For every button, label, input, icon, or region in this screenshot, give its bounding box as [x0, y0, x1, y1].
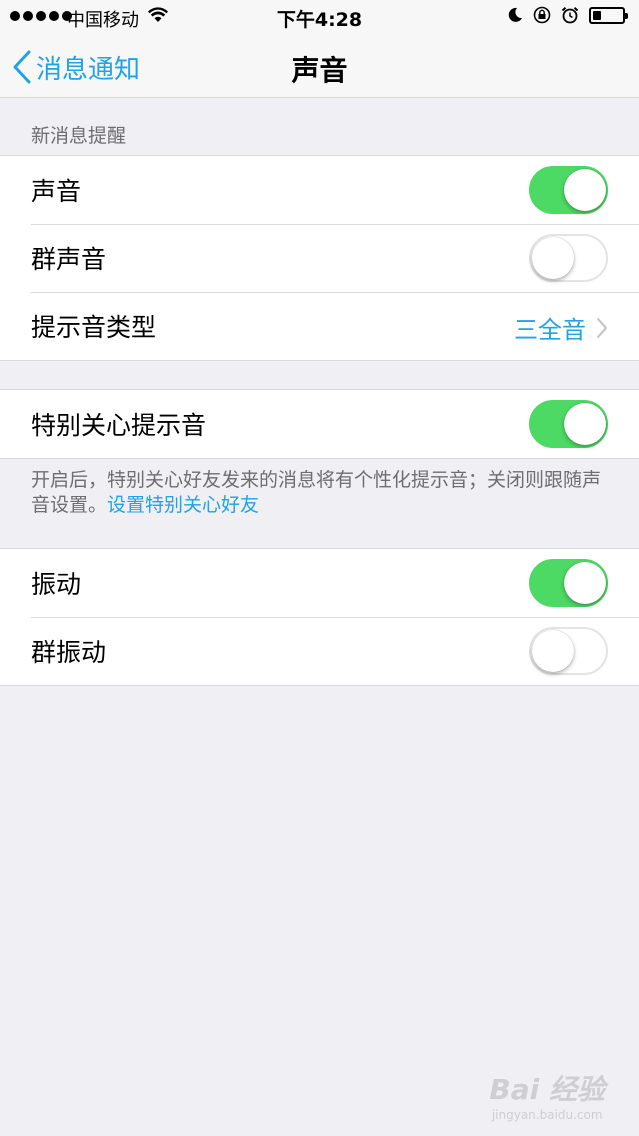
battery-icon [589, 6, 628, 24]
row-label: 群声音 [31, 245, 107, 274]
group-vibrate-toggle[interactable] [529, 627, 608, 675]
moon-icon [508, 7, 522, 22]
row-label: 特别关心提示音 [31, 411, 207, 440]
row-special-care-tone: 特别关心提示音 [0, 390, 639, 458]
status-bar: 中国移动 下午4:28 [0, 0, 639, 34]
toggle-knob [532, 630, 574, 672]
page-title: 声音 [291, 54, 348, 87]
watermark-logo: Bai 经验 jingyan.baidu.com [489, 1068, 605, 1122]
toggle-knob [564, 169, 606, 211]
alert-tone-value[interactable]: 三全音 [514, 310, 608, 345]
alert-tone-value-label: 三全音 [514, 316, 586, 344]
vibrate-toggle[interactable] [529, 559, 608, 607]
battery-level [593, 10, 601, 20]
row-label: 声音 [31, 177, 82, 206]
row-group-sound: 群声音 [0, 224, 639, 292]
row-group-vibrate: 群振动 [0, 617, 639, 685]
status-icons [507, 6, 628, 24]
toggle-knob [532, 237, 574, 279]
section-header-new-message: 新消息提醒 [31, 125, 127, 147]
group-new-message: 声音 群声音 提示音类型 三全音 [0, 155, 639, 361]
special-care-tone-toggle[interactable] [529, 400, 608, 448]
row-label: 群振动 [31, 638, 107, 667]
special-care-footer-note: 开启后，特别关心好友发来的消息将有个性化提示音；关闭则跟随声音设置。设置特别关心… [31, 468, 611, 518]
group-vibration: 振动 群振动 [0, 548, 639, 686]
row-label: 提示音类型 [31, 313, 157, 342]
alarm-clock-icon [561, 7, 579, 24]
rotation-lock-icon [533, 6, 551, 24]
sound-toggle[interactable] [529, 166, 608, 214]
group-sound-toggle[interactable] [529, 234, 608, 282]
row-sound: 声音 [0, 156, 639, 224]
watermark-main: Bai 经验 [489, 1073, 605, 1106]
toggle-knob [564, 562, 606, 604]
row-vibrate: 振动 [0, 549, 639, 617]
row-label: 振动 [31, 570, 82, 599]
row-alert-tone-type[interactable]: 提示音类型 三全音 [0, 292, 639, 360]
navigation-bar: 消息通知 声音 [0, 34, 639, 98]
toggle-knob [564, 403, 606, 445]
group-special-care: 特别关心提示音 [0, 389, 639, 459]
watermark-sub: jingyan.baidu.com [491, 1108, 603, 1122]
chevron-right-icon [596, 317, 608, 338]
set-special-care-friends-link[interactable]: 设置特别关心好友 [107, 494, 259, 516]
